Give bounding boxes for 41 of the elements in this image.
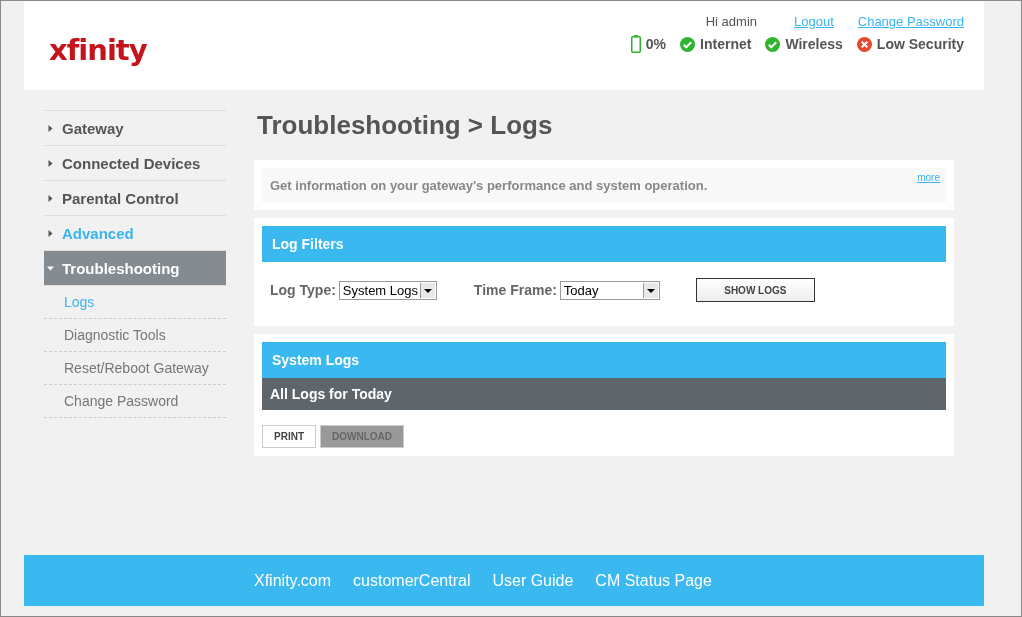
- action-button[interactable]: PRINT: [262, 425, 316, 448]
- status-label: Internet: [700, 36, 752, 52]
- subheader-text: All Logs for Today: [270, 386, 392, 402]
- sidebar-subitem[interactable]: Reset/Reboot Gateway: [44, 352, 226, 385]
- caret-down-icon: [47, 264, 54, 272]
- footer-link[interactable]: User Guide: [492, 571, 574, 590]
- sidebar-item[interactable]: Gateway: [44, 111, 226, 146]
- sidebar-item[interactable]: Connected Devices: [44, 146, 226, 181]
- field-label: Time Frame:: [473, 282, 557, 298]
- caret-right-icon: [47, 124, 54, 132]
- battery-icon: [630, 35, 641, 53]
- footer-link[interactable]: Xfinity.com: [254, 571, 332, 590]
- show-logs-button[interactable]: SHOW LOGS: [695, 278, 815, 302]
- section-title: System Logs: [272, 352, 360, 368]
- header-link[interactable]: Change Password: [857, 14, 964, 29]
- check-icon: [765, 36, 781, 52]
- info-text: Get information on your gateway's performance and system operation.: [270, 178, 708, 195]
- log-type-dropdown[interactable]: System Logs: [338, 280, 437, 300]
- status-label: Low Security: [876, 36, 964, 52]
- footer-link[interactable]: CM Status Page: [595, 571, 712, 590]
- sidebar-subitem[interactable]: Diagnostic Tools: [44, 319, 226, 352]
- check-icon: [680, 36, 696, 52]
- sidebar-item[interactable]: Troubleshooting: [44, 251, 226, 286]
- caret-right-icon: [47, 194, 54, 202]
- xfinity-logo: xfinity: [49, 33, 147, 69]
- sidebar-item[interactable]: Parental Control: [44, 181, 226, 216]
- time-frame-dropdown[interactable]: Today: [559, 280, 660, 300]
- error-icon: [856, 36, 872, 52]
- footer-link[interactable]: customerCentral: [353, 571, 471, 590]
- caret-right-icon: [47, 229, 54, 237]
- status-label: Wireless: [785, 36, 843, 52]
- more-link[interactable]: more: [917, 172, 940, 202]
- field-label: Log Type:: [270, 282, 336, 298]
- caret-right-icon: [47, 159, 54, 167]
- section-title: Log Filters: [272, 236, 344, 252]
- page-title: Troubleshooting > Logs: [257, 110, 554, 141]
- sidebar-subitem[interactable]: Change Password: [44, 385, 226, 418]
- greeting-text: Hi admin: [705, 14, 757, 29]
- sidebar-subitem[interactable]: Logs: [44, 286, 226, 319]
- header-link[interactable]: Logout: [794, 14, 834, 29]
- status-label: 0%: [645, 36, 667, 52]
